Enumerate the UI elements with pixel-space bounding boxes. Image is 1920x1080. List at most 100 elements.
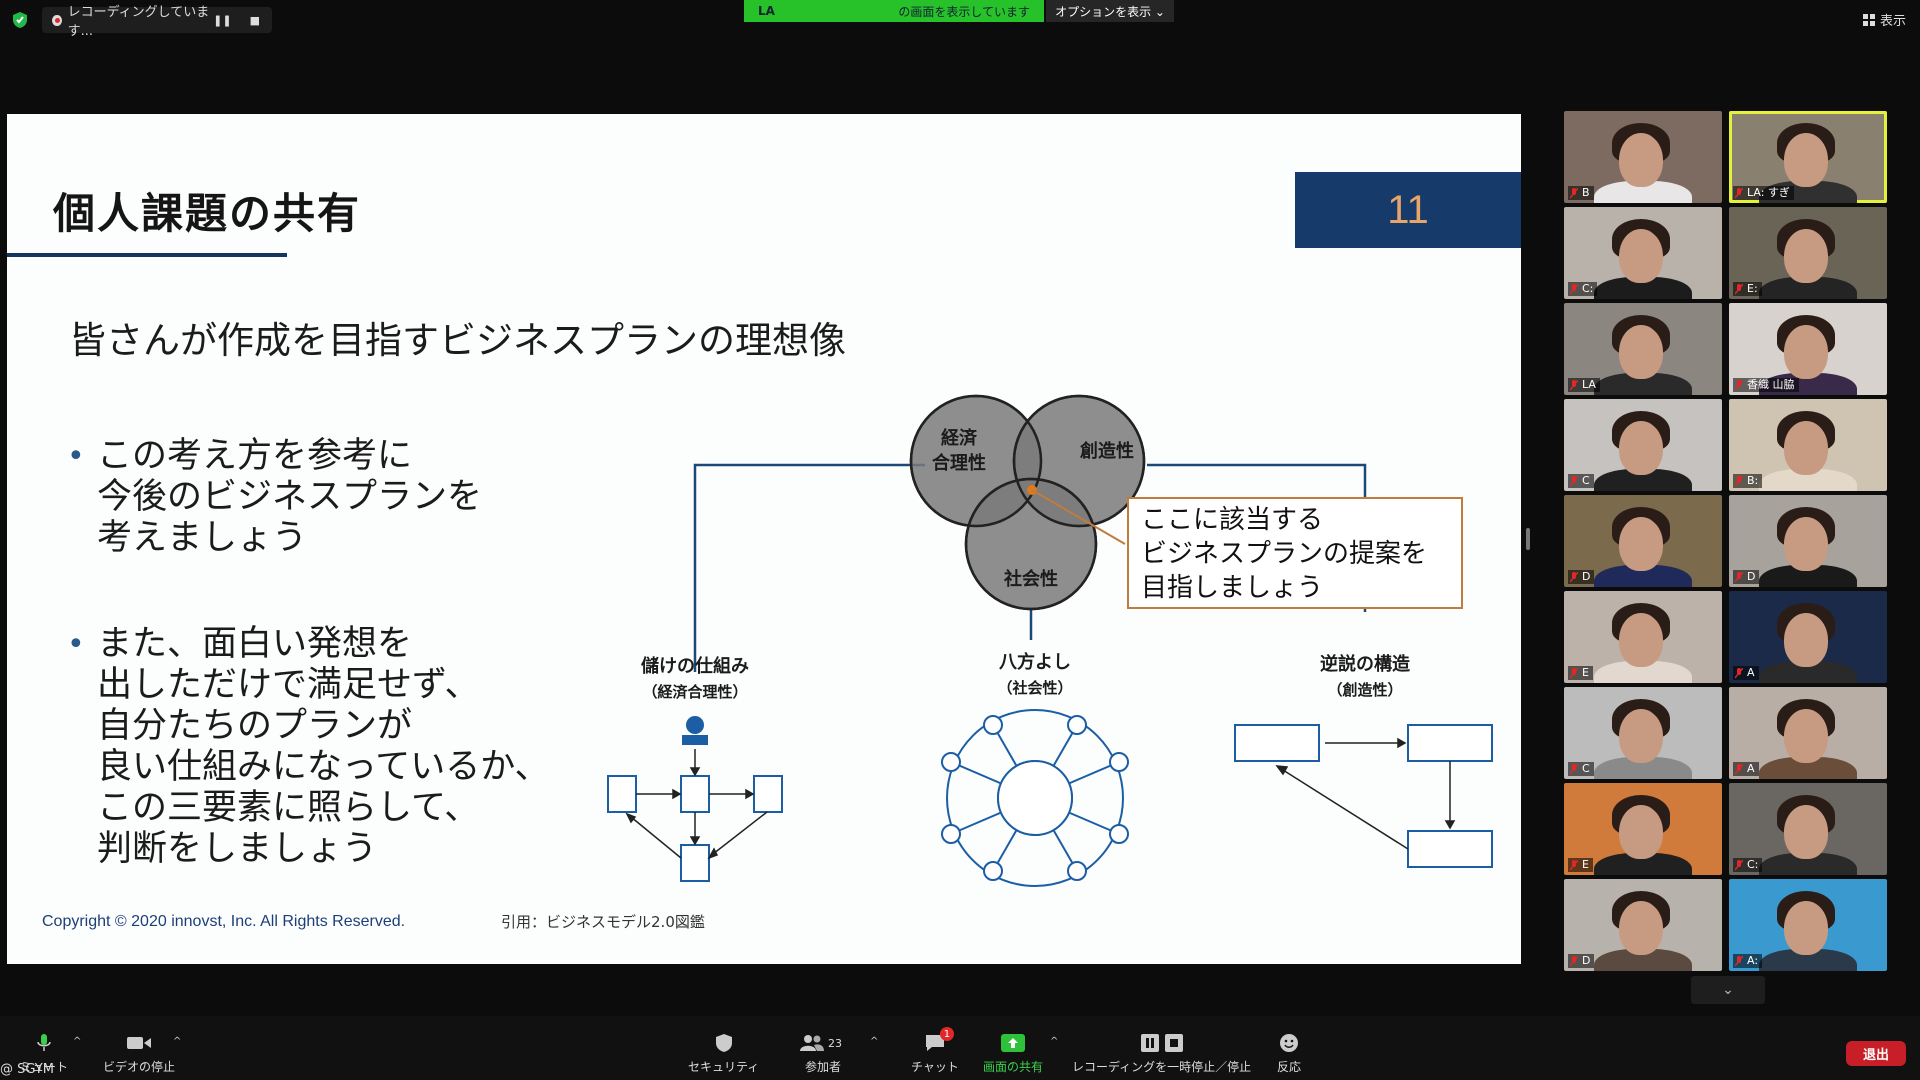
participant-face [1619, 517, 1663, 571]
copyright-notice: Copyright © 2020 innovst, Inc. All Right… [42, 913, 406, 930]
participant-face [1784, 613, 1828, 667]
muted-mic-icon [1570, 284, 1578, 295]
participant-tile[interactable]: C: [1729, 783, 1887, 875]
muted-mic-icon [1570, 668, 1578, 679]
participants-label: 参加者 [804, 1060, 841, 1074]
share-screen-label: 画面の共有 [983, 1060, 1044, 1074]
share-options-caret[interactable]: ^ [1050, 1036, 1058, 1047]
stop-recording-button[interactable]: ■ [250, 14, 260, 27]
callout-line: ここに該当する [1141, 505, 1324, 535]
muted-mic-icon [1735, 476, 1743, 487]
callout-line: ビジネスプランの提案を [1141, 539, 1428, 569]
participant-face [1784, 325, 1828, 379]
participant-tile[interactable]: B: [1729, 399, 1887, 491]
right-section-title: 逆説の構造 [1320, 653, 1410, 675]
recording-text: レコーディングしています... [67, 5, 210, 39]
participant-tile[interactable]: B [1564, 111, 1722, 203]
social-label: 社会性 [1004, 568, 1058, 590]
participant-tile[interactable]: D [1564, 495, 1722, 587]
video-options-caret[interactable]: ^ [173, 1036, 181, 1047]
chevron-down-icon: ⌄ [1722, 982, 1734, 998]
recording-indicator: レコーディングしています... ❚❚ ■ [42, 5, 272, 39]
recording-icon [52, 14, 62, 26]
share-screen-button[interactable]: 画面の共有 [983, 1032, 1043, 1075]
participant-face [1619, 325, 1663, 379]
recording-controls-button[interactable]: レコーディングを一時停止／停止 [1072, 1032, 1251, 1075]
participant-tile[interactable]: E: [1729, 207, 1887, 299]
participant-tile[interactable]: E [1564, 783, 1722, 875]
meeting-toolbar [0, 1016, 1920, 1080]
view-button[interactable]: 表示 [1862, 10, 1906, 29]
audio-options-caret[interactable]: ^ [73, 1036, 81, 1047]
right-section-sub: （創造性） [1327, 681, 1402, 699]
participant-tile[interactable]: C [1564, 687, 1722, 779]
pause-icon [1140, 1034, 1159, 1052]
participant-tile[interactable]: C: [1564, 207, 1722, 299]
participant-face [1784, 421, 1828, 475]
participant-face [1784, 517, 1828, 571]
participant-tile[interactable]: E [1564, 591, 1722, 683]
sharer-name: LA [758, 4, 775, 18]
callout-line: 目指しましょう [1141, 573, 1324, 603]
participant-tile[interactable]: A [1729, 687, 1887, 779]
view-label: 表示 [1879, 14, 1906, 29]
muted-mic-icon [1735, 668, 1743, 679]
participant-tile[interactable]: A: [1729, 879, 1887, 971]
share-screen-icon [1001, 1034, 1025, 1052]
stop-video-button[interactable]: ビデオの停止 [103, 1032, 175, 1075]
leave-meeting-button[interactable]: 退出 [1846, 1041, 1906, 1066]
pause-recording-button[interactable]: ❚❚ [213, 14, 231, 27]
participant-face [1619, 805, 1663, 859]
participant-tile[interactable]: LA [1564, 303, 1722, 395]
economic-label-1: 経済 [941, 427, 978, 449]
citation: 引用：ビジネスモデル2.0図鑑 [501, 913, 705, 931]
hub-spoke-diagram [941, 709, 1129, 887]
muted-mic-icon [1735, 284, 1743, 295]
chat-unread-badge: 1 [939, 1027, 954, 1041]
reactions-button[interactable]: 反応 [1276, 1032, 1302, 1075]
video-camera-icon [127, 1037, 151, 1049]
muted-mic-icon [1735, 956, 1743, 967]
economic-label-2: 合理性 [932, 452, 986, 474]
view-options-button[interactable]: オプションを表示 ⌄ [1046, 0, 1174, 22]
muted-mic-icon [1570, 572, 1578, 583]
muted-mic-icon [1570, 956, 1578, 967]
muted-mic-icon [1735, 860, 1743, 871]
participants-options-caret[interactable]: ^ [870, 1036, 878, 1047]
microphone-icon [37, 1034, 51, 1051]
middle-section-sub: （社会性） [997, 679, 1072, 697]
participants-button[interactable]: 23 参加者 [800, 1032, 846, 1075]
participant-tile[interactable]: C [1564, 399, 1722, 491]
security-button[interactable]: セキュリティ [688, 1032, 759, 1075]
paradox-structure-diagram [1234, 724, 1493, 868]
shield-icon [715, 1034, 732, 1052]
security-shield-icon [13, 12, 27, 28]
callout-box: ここに該当する ビジネスプランの提案を 目指しましょう [1127, 497, 1463, 609]
participant-tile[interactable]: D [1564, 879, 1722, 971]
participant-face [1619, 613, 1663, 667]
participant-face [1784, 133, 1828, 187]
participant-face [1784, 709, 1828, 763]
muted-mic-icon [1735, 380, 1743, 391]
money-flow-diagram [607, 716, 783, 882]
participant-face [1784, 901, 1828, 955]
panel-resize-handle[interactable] [1526, 528, 1530, 550]
participant-face [1784, 805, 1828, 859]
muted-mic-icon [1570, 380, 1578, 391]
gallery-next-page-button[interactable]: ⌄ [1691, 976, 1765, 1004]
participant-tile[interactable]: LA: すぎ [1729, 111, 1887, 203]
muted-mic-icon [1735, 572, 1743, 583]
participant-tile[interactable]: A [1729, 591, 1887, 683]
muted-mic-icon [1570, 476, 1578, 487]
participants-icon [800, 1035, 824, 1051]
share-status-text: の画面を表示しています [898, 4, 1030, 19]
grid-icon [1862, 13, 1875, 26]
left-section-sub: （経済合理性） [642, 683, 747, 701]
chat-button[interactable]: 1 チャット [911, 1027, 959, 1075]
participant-face [1619, 421, 1663, 475]
muted-mic-icon [1570, 188, 1578, 199]
chat-label: チャット [911, 1060, 959, 1074]
participant-face [1619, 709, 1663, 763]
participant-tile[interactable]: 香織 山脇 [1729, 303, 1887, 395]
participant-tile[interactable]: D [1729, 495, 1887, 587]
